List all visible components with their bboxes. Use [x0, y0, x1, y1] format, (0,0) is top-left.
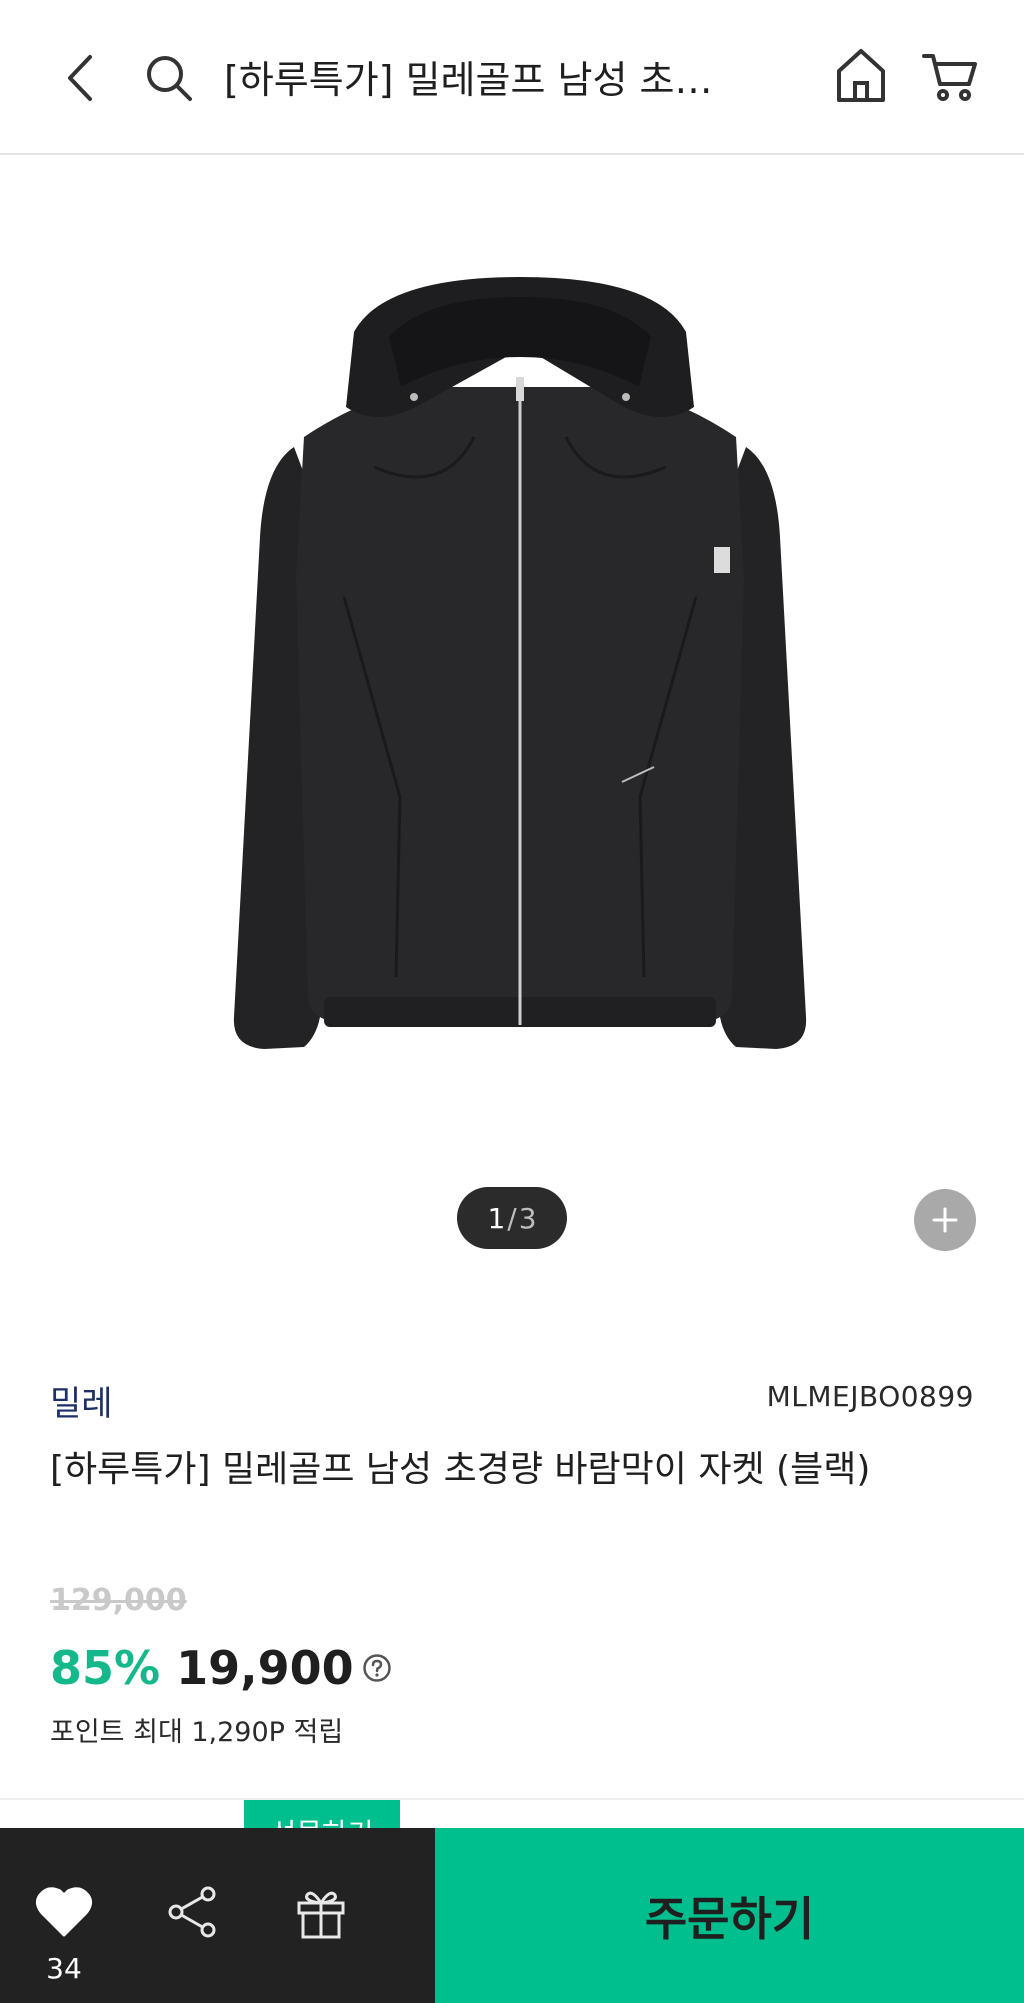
- original-price: 129,000: [50, 1583, 187, 1618]
- cart-button[interactable]: [914, 40, 986, 112]
- discount-rate: 85%: [50, 1641, 161, 1695]
- product-image: [233, 277, 807, 1049]
- reward-points: 포인트 최대 1,290P 적립: [50, 1717, 344, 1748]
- heart-icon: [35, 1887, 93, 1937]
- zoom-button[interactable]: [914, 1189, 976, 1251]
- home-button[interactable]: [826, 38, 896, 112]
- order-button-label: 주문하기: [644, 1891, 815, 1946]
- home-icon: [837, 49, 885, 102]
- gift-button[interactable]: [286, 1878, 356, 1948]
- pager-total: 3: [518, 1201, 537, 1235]
- cart-icon: [922, 54, 977, 101]
- top-header: [하루특가] 밀레골프 남성 초…: [0, 0, 1024, 155]
- bottom-action-bar: 34 주문하기: [0, 1828, 1024, 2003]
- order-button[interactable]: 주문하기: [435, 1828, 1024, 2003]
- product-gallery[interactable]: 1 / 3: [0, 157, 1024, 1287]
- sale-price: 19,900: [176, 1641, 354, 1695]
- search-button[interactable]: [138, 44, 200, 112]
- header-title: [하루특가] 밀레골프 남성 초…: [224, 58, 713, 102]
- back-icon: [68, 54, 92, 101]
- price-row: 85% 19,900: [50, 1636, 392, 1700]
- brand-link[interactable]: 밀레: [50, 1376, 113, 1425]
- search-icon: [147, 56, 192, 101]
- plus-icon: [932, 1207, 958, 1233]
- question-icon: [362, 1654, 391, 1682]
- share-icon: [168, 1886, 216, 1938]
- back-button[interactable]: [50, 40, 110, 115]
- gift-icon: [297, 1891, 345, 1939]
- section-divider: [0, 1798, 1024, 1800]
- image-pager: 1 / 3: [457, 1187, 567, 1249]
- price-help-button[interactable]: [362, 1653, 392, 1683]
- like-button[interactable]: [28, 1880, 100, 1944]
- pager-separator: /: [507, 1201, 517, 1235]
- share-button[interactable]: [160, 1880, 224, 1944]
- product-title: [하루특가] 밀레골프 남성 초경량 바람막이 자켓 (블랙): [50, 1449, 871, 1490]
- product-sku: MLMEJBO0899: [766, 1380, 974, 1413]
- pager-current: 1: [487, 1201, 506, 1235]
- like-count: 34: [46, 1952, 82, 1985]
- bottom-actions: 34: [0, 1828, 435, 2003]
